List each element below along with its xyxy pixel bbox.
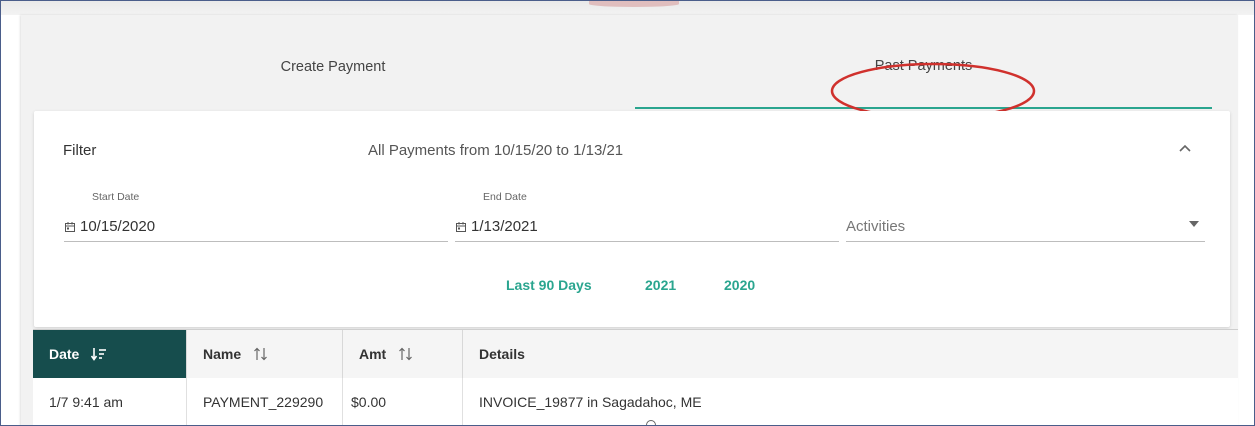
start-date-value: 10/15/2020 bbox=[80, 218, 156, 235]
activities-placeholder: Activities bbox=[846, 218, 906, 235]
collapse-button[interactable] bbox=[1170, 133, 1200, 163]
payments-table: Date Name Amt Details 1/7 9:41 am PAYMEN… bbox=[33, 329, 1238, 425]
column-header-date[interactable]: Date bbox=[33, 330, 187, 378]
table-header: Date Name Amt Details bbox=[33, 329, 1238, 379]
filter-card: Filter All Payments from 10/15/20 to 1/1… bbox=[34, 111, 1230, 327]
column-header-label: Amt bbox=[359, 346, 387, 362]
end-date-field[interactable]: End Date 1/13/2021 bbox=[455, 191, 839, 242]
filter-title: Filter bbox=[63, 142, 97, 159]
calendar-icon[interactable] bbox=[455, 221, 467, 233]
filter-summary: All Payments from 10/15/20 to 1/13/21 bbox=[368, 142, 624, 159]
chevron-up-icon bbox=[1179, 144, 1191, 152]
tab-create-payment[interactable]: Create Payment bbox=[33, 25, 633, 109]
end-date-label: End Date bbox=[483, 191, 527, 203]
column-header-amt[interactable]: Amt bbox=[343, 330, 463, 378]
quick-range-2021[interactable]: 2021 bbox=[645, 277, 676, 293]
tab-create-payment-label: Create Payment bbox=[280, 59, 386, 75]
tab-bar: Create Payment Past Payments bbox=[33, 25, 1230, 120]
end-date-value: 1/13/2021 bbox=[471, 218, 538, 235]
tab-past-payments[interactable]: Past Payments bbox=[635, 25, 1212, 109]
cell-amt: $0.00 bbox=[343, 378, 463, 425]
column-header-label: Date bbox=[49, 346, 80, 362]
start-date-field[interactable]: Start Date 10/15/2020 bbox=[64, 191, 448, 242]
start-date-label: Start Date bbox=[92, 191, 140, 203]
tab-past-payments-label: Past Payments bbox=[874, 58, 973, 74]
caret-down-icon bbox=[1189, 221, 1199, 227]
column-header-details: Details bbox=[463, 330, 1238, 378]
mouse-cursor bbox=[646, 420, 656, 425]
activities-select[interactable]: Activities bbox=[846, 191, 1205, 242]
quick-range-last-90-days[interactable]: Last 90 Days bbox=[506, 277, 592, 293]
sort-arrows-icon bbox=[253, 347, 269, 361]
cell-name: PAYMENT_229290 bbox=[187, 378, 343, 425]
sort-arrows-icon bbox=[398, 347, 414, 361]
column-header-label: Details bbox=[479, 346, 525, 362]
table-row[interactable]: 1/7 9:41 am PAYMENT_229290 $0.00 INVOICE… bbox=[33, 378, 1238, 425]
cell-details: INVOICE_19877 in Sagadahoc, ME bbox=[479, 394, 702, 410]
column-header-name[interactable]: Name bbox=[187, 330, 343, 378]
sort-descending-icon bbox=[91, 347, 107, 361]
column-header-label: Name bbox=[203, 346, 242, 362]
screenshot-frame: Create Payment Past Payments Filter All … bbox=[0, 0, 1255, 426]
calendar-icon[interactable] bbox=[64, 221, 76, 233]
cell-date: 1/7 9:41 am bbox=[33, 378, 187, 425]
payments-panel: Create Payment Past Payments Filter All … bbox=[21, 15, 1238, 425]
annotation-mark bbox=[589, 1, 679, 7]
quick-range-2020[interactable]: 2020 bbox=[724, 277, 755, 293]
